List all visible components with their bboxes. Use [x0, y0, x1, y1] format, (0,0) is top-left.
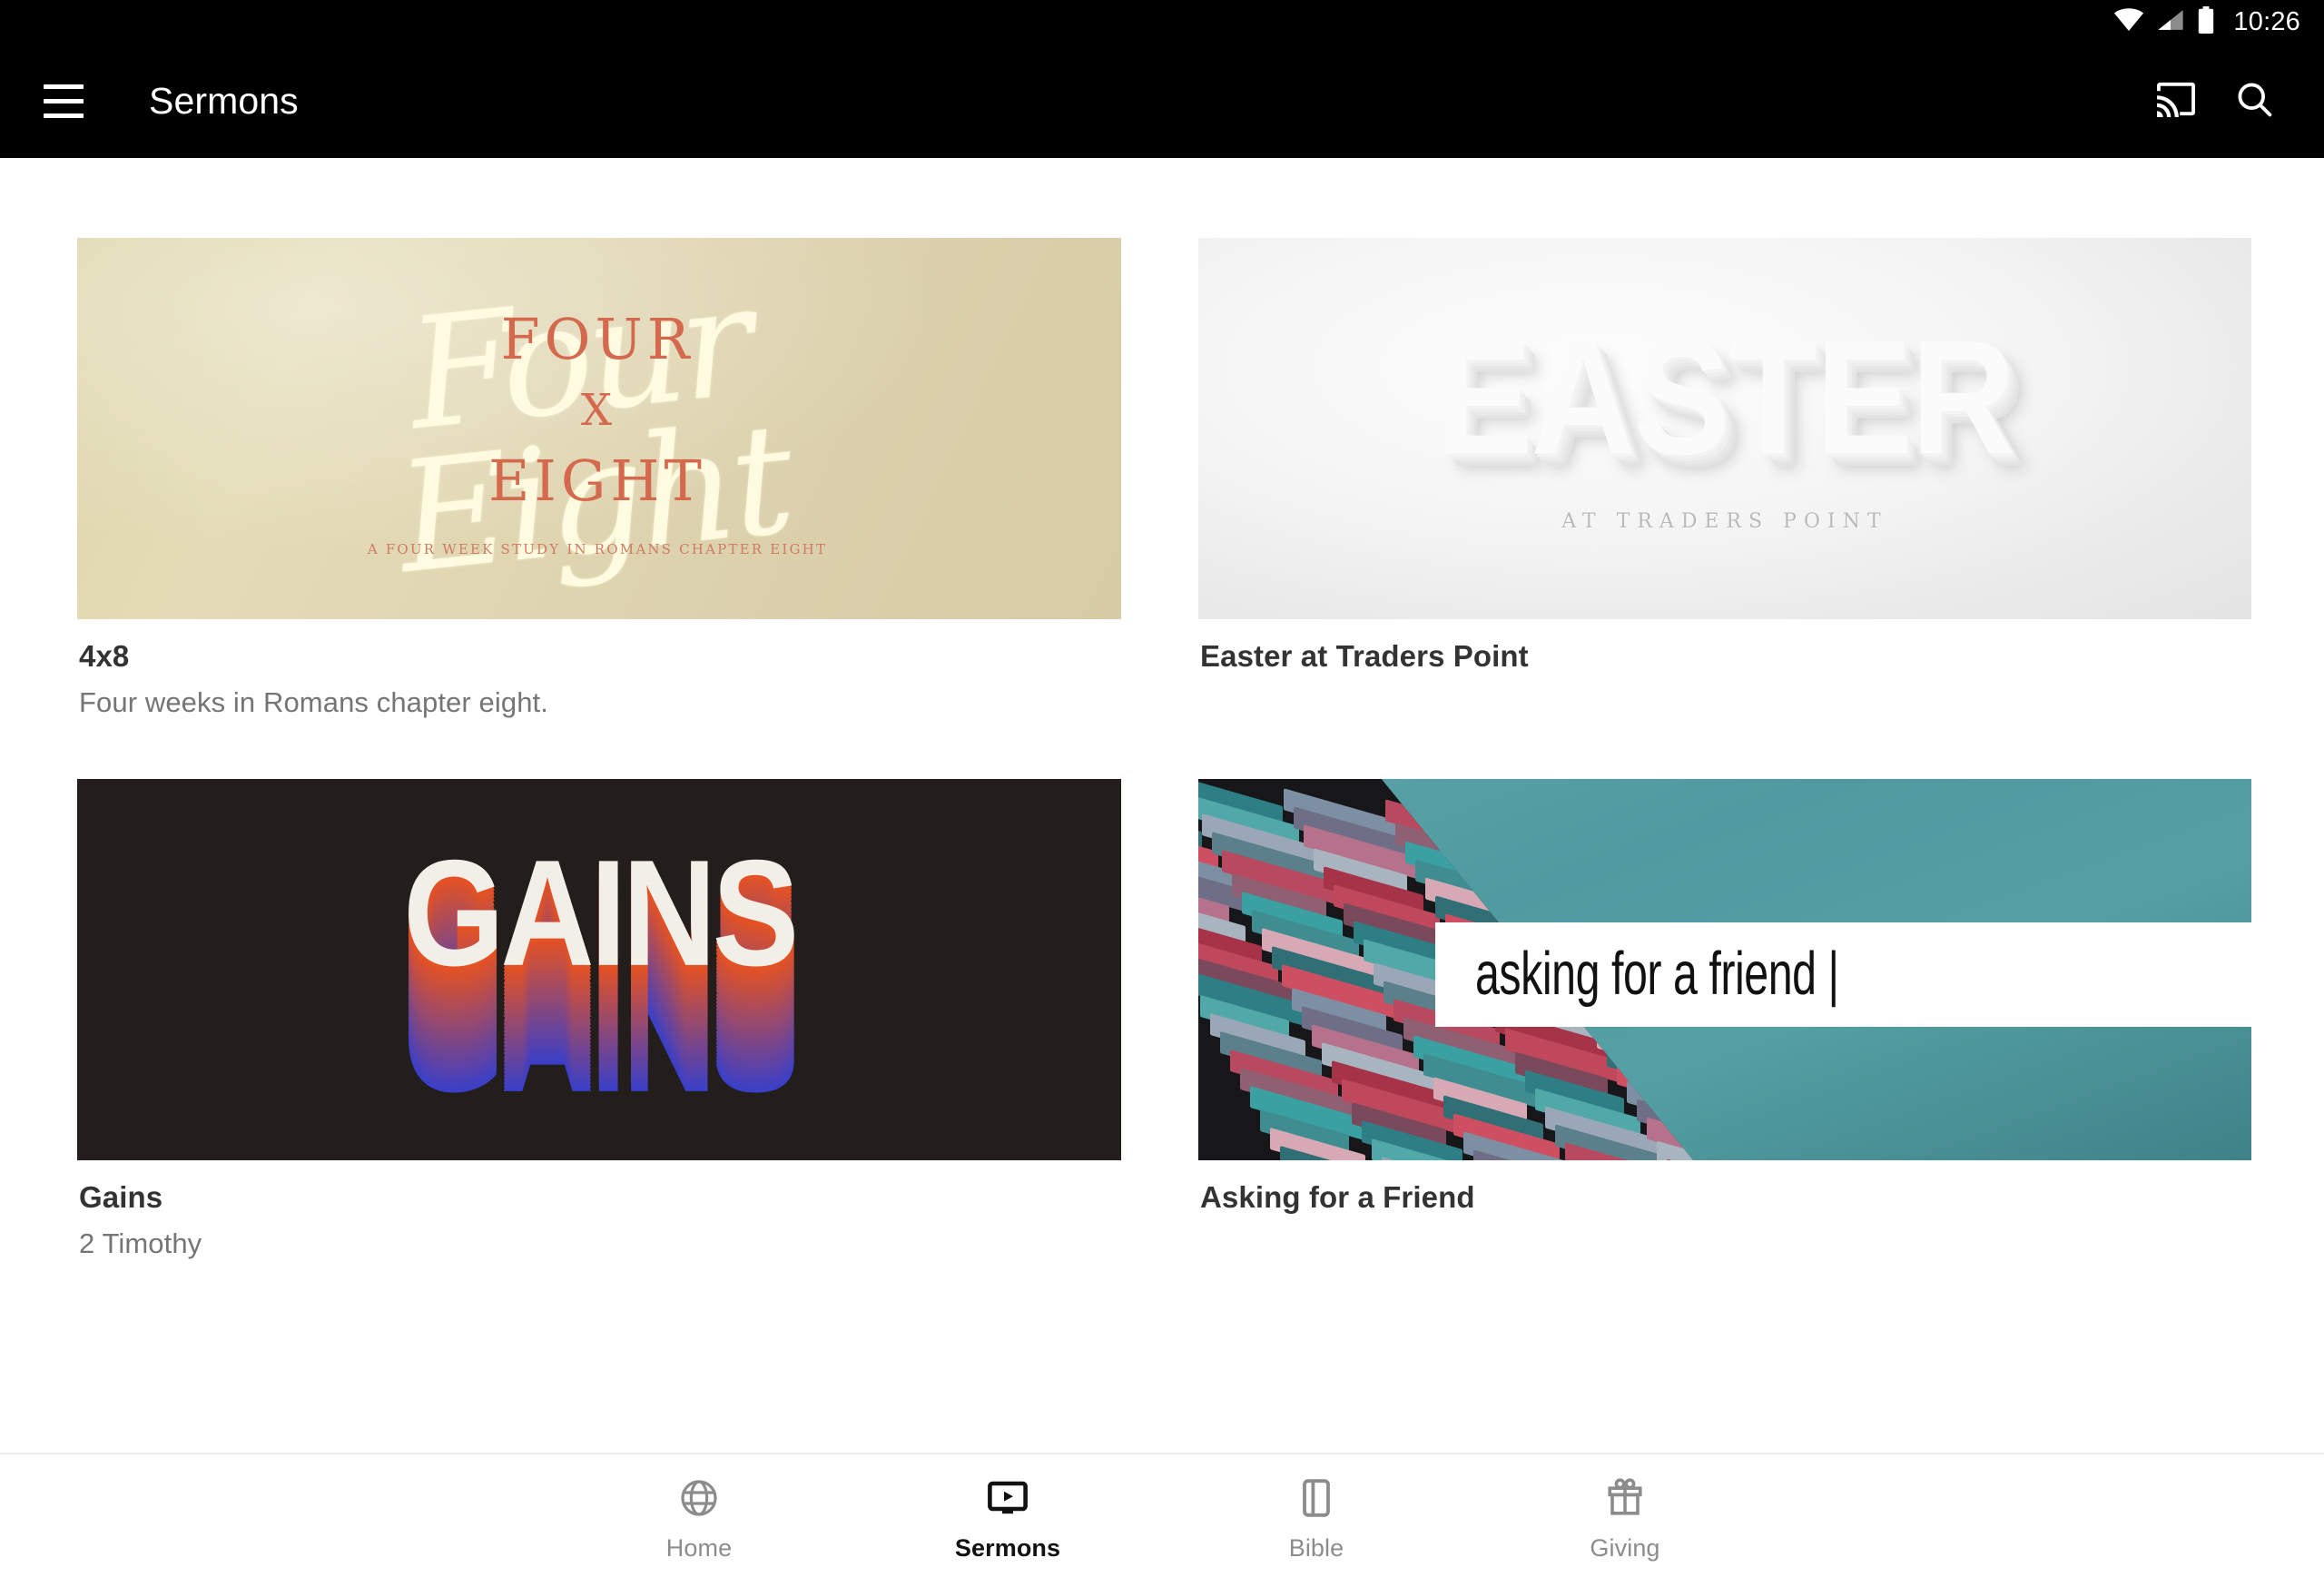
series-title: Gains [79, 1180, 163, 1214]
search-button[interactable] [2215, 62, 2293, 140]
series-meta: Gains 2 Timothy [77, 1160, 1121, 1260]
wifi-icon [2113, 7, 2144, 36]
nav-label: Home [665, 1534, 733, 1562]
artwork-gains-word: GAINS [403, 829, 799, 999]
bottom-navigation-bar: Home Sermons Bible Giving [0, 1453, 2324, 1587]
series-card-easter[interactable]: EASTER AT TRADERS POINT Easter at Trader… [1198, 238, 2251, 719]
artwork-line-eight: EIGHT [488, 448, 706, 515]
series-card-4x8[interactable]: Four Eight FOUR X EIGHT A FOUR WEEK STUD… [77, 238, 1121, 719]
battery-icon [2197, 5, 2215, 38]
nav-item-giving[interactable]: Giving [1471, 1474, 1779, 1562]
series-meta: 4x8 Four weeks in Romans chapter eight. [77, 619, 1121, 719]
series-title: 4x8 [79, 639, 130, 673]
book-icon [1293, 1474, 1340, 1522]
cellular-signal-icon [2157, 8, 2184, 36]
artwork-step-block [1487, 815, 1585, 866]
artwork-step-block [1517, 870, 1634, 926]
nav-label: Sermons [954, 1534, 1061, 1562]
artwork-easter-sub: AT TRADERS POINT [1561, 509, 1888, 533]
hamburger-menu-icon[interactable] [36, 74, 91, 128]
nav-item-sermons[interactable]: Sermons [853, 1474, 1162, 1562]
series-meta: Easter at Traders Point [1198, 619, 2251, 674]
cast-icon [2155, 81, 2197, 122]
nav-label: Bible [1288, 1534, 1344, 1562]
nav-label: Giving [1590, 1534, 1660, 1562]
artwork-title-text: FOUR X EIGHT [368, 300, 827, 521]
grid-row-gap [1198, 719, 2251, 779]
gift-icon [1601, 1474, 1649, 1522]
artwork-band: asking for a friend | [1435, 922, 2251, 1027]
series-card-asking-for-a-friend[interactable]: asking for a friend | Asking for a Frien… [1198, 779, 2251, 1260]
series-thumbnail-4x8[interactable]: Four Eight FOUR X EIGHT A FOUR WEEK STUD… [77, 238, 1121, 619]
series-thumbnail-easter[interactable]: EASTER AT TRADERS POINT [1198, 238, 2251, 619]
artwork-easter-word: EASTER [1435, 305, 2016, 488]
artwork-step-block [1497, 833, 1601, 886]
status-bar: 10:26 [0, 0, 2324, 44]
nav-item-home[interactable]: Home [545, 1474, 853, 1562]
series-meta: Asking for a Friend [1198, 1160, 2251, 1215]
search-icon [2234, 79, 2274, 123]
artwork-step-block [1607, 1044, 1694, 1095]
cast-button[interactable] [2137, 62, 2215, 140]
app-bar: Sermons [0, 44, 2324, 158]
grid-row-gap [77, 719, 1121, 779]
globe-icon [675, 1474, 723, 1522]
series-title: Easter at Traders Point [1200, 639, 1529, 673]
series-thumbnail-gains[interactable]: GAINS GAINS GAINS GAINS GAINS GAINS GAINS GAIN… [77, 779, 1121, 1160]
series-card-gains[interactable]: GAINS GAINS GAINS GAINS GAINS GAINS GAINS GAIN… [77, 779, 1121, 1260]
series-subtitle: Four weeks in Romans chapter eight. [79, 686, 548, 718]
sermon-series-list: Four Eight FOUR X EIGHT A FOUR WEEK STUD… [0, 158, 2324, 1453]
series-thumbnail-asking-for-a-friend[interactable]: asking for a friend | [1198, 779, 2251, 1160]
series-subtitle: 2 Timothy [79, 1227, 202, 1259]
artwork-band-text: asking for a friend | [1475, 941, 1839, 1009]
artwork-line-x: X [580, 384, 615, 436]
series-grid: Four Eight FOUR X EIGHT A FOUR WEEK STUD… [0, 158, 2324, 1260]
artwork-step-block [1507, 852, 1618, 906]
nav-item-bible[interactable]: Bible [1162, 1474, 1471, 1562]
status-icons [2113, 5, 2215, 38]
artwork-line-four: FOUR [500, 305, 694, 372]
status-time: 10:26 [2233, 6, 2300, 36]
artwork-tagline: A FOUR WEEK STUDY IN ROMANS CHAPTER EIGH… [367, 541, 828, 558]
artwork-gains-stack: GAINS GAINS GAINS GAINS GAINS GAINS GAINS GAIN… [309, 838, 890, 1116]
page-title: Sermons [149, 79, 299, 122]
video-screen-icon [984, 1474, 1031, 1522]
series-title: Asking for a Friend [1200, 1180, 1475, 1214]
